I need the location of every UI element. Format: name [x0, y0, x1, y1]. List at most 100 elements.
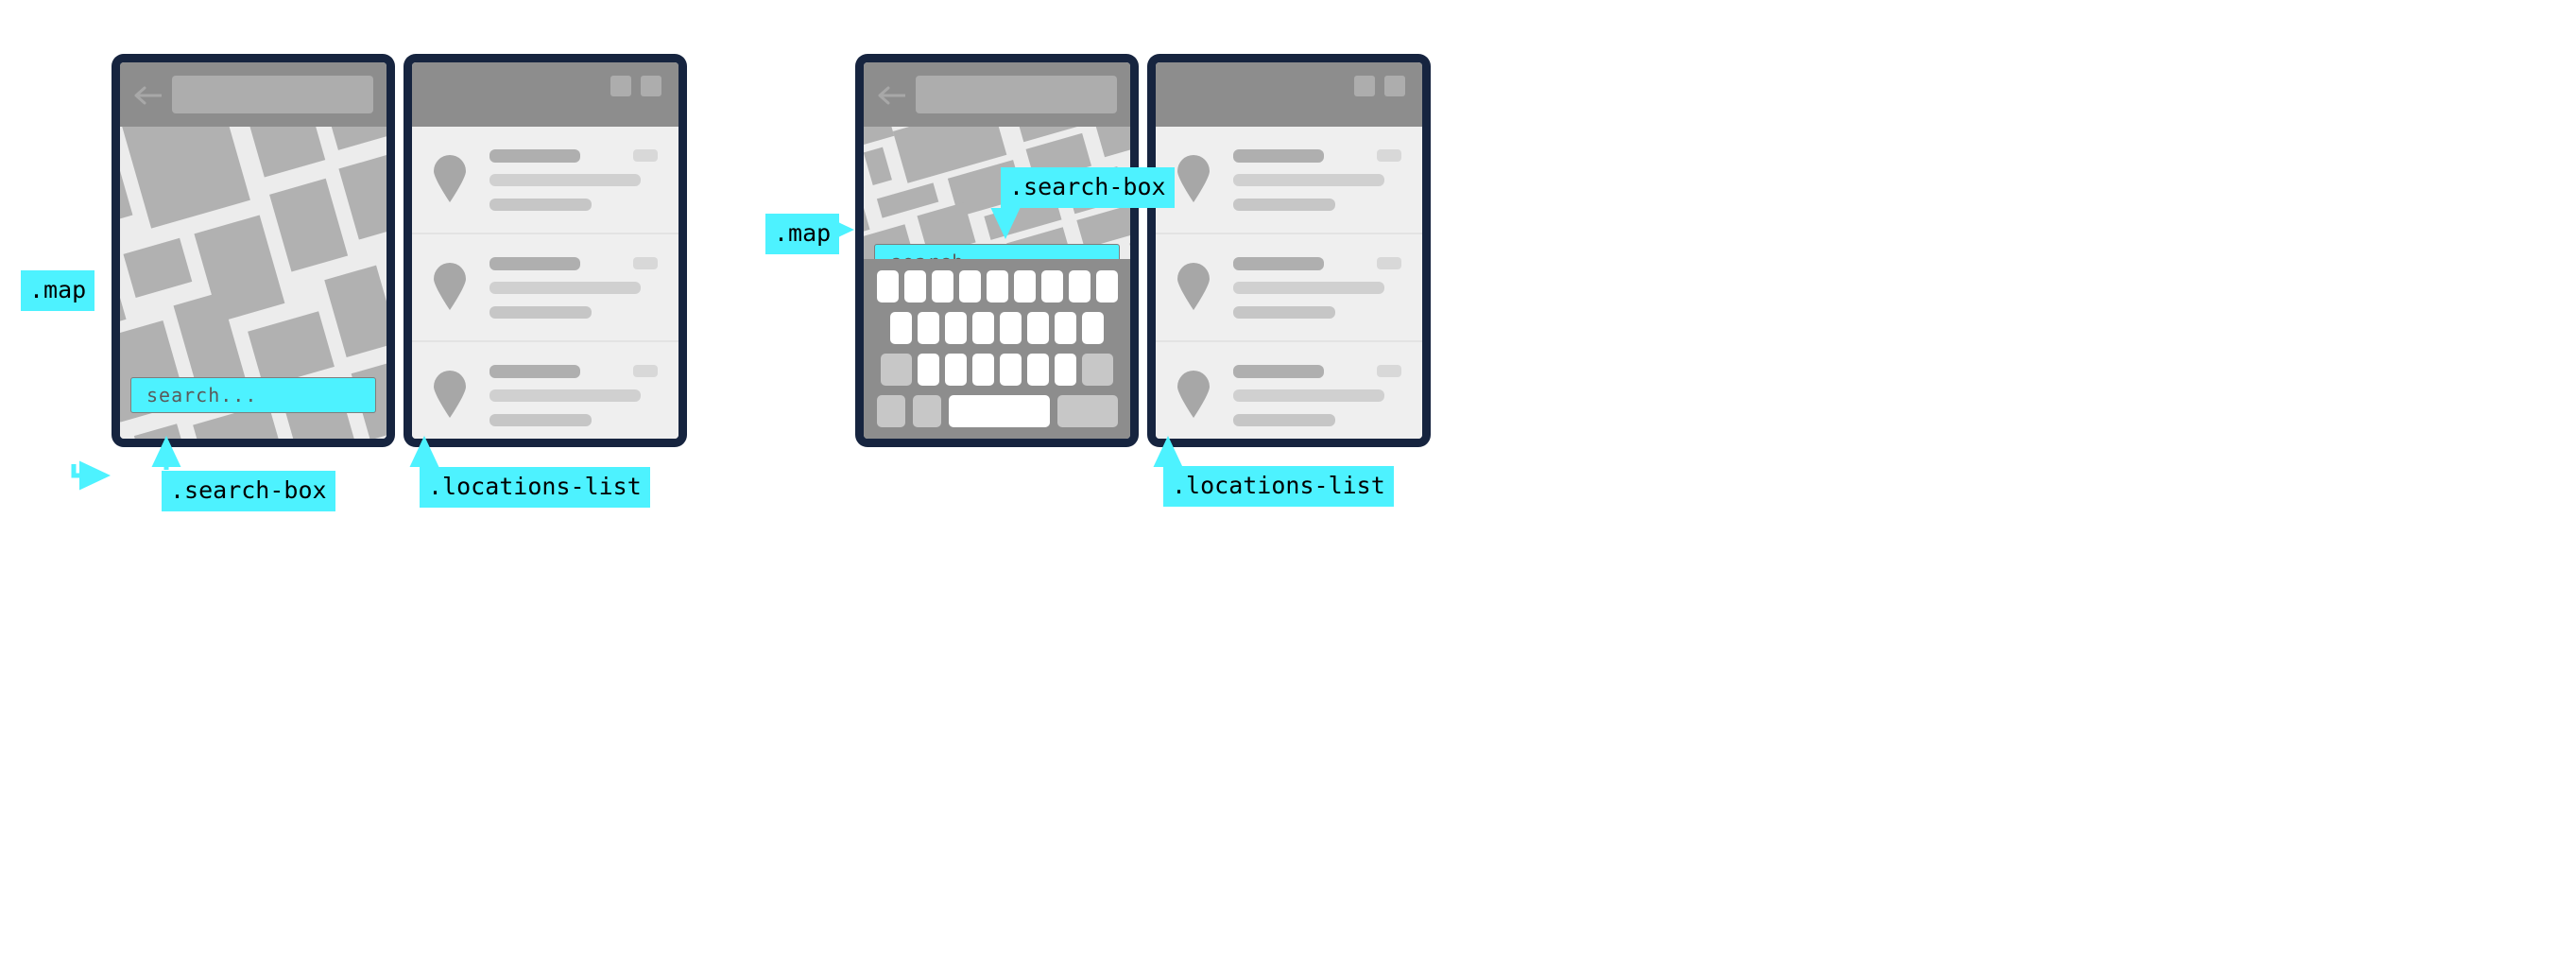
item-detail-bar	[489, 199, 592, 211]
item-title-bar	[1233, 149, 1324, 163]
keyboard-key[interactable]	[1027, 354, 1049, 386]
annotation-label-locations-list-left: .locations-list	[420, 467, 650, 508]
keyboard-key[interactable]	[918, 312, 939, 344]
keyboard-key[interactable]	[1000, 354, 1022, 386]
locations-list-right[interactable]	[1156, 127, 1422, 439]
item-detail-bar	[1233, 199, 1335, 211]
phone-frame-map-right: search...	[855, 54, 1139, 447]
item-detail-bar	[489, 414, 592, 426]
list-item[interactable]	[412, 234, 678, 340]
map-app-bar	[120, 62, 386, 127]
keyboard-row-4	[864, 395, 1130, 427]
search-box-left[interactable]: search...	[130, 377, 376, 413]
back-arrow-icon[interactable]	[877, 85, 905, 106]
annotation-label-map-right: .map	[765, 214, 840, 254]
keyboard-key[interactable]	[1055, 312, 1076, 344]
close-button[interactable]	[641, 76, 661, 96]
annotation-label-locations-list-right: .locations-list	[1163, 466, 1394, 507]
item-title-bar	[1233, 257, 1324, 270]
keyboard-key[interactable]	[1027, 312, 1049, 344]
map-pin-icon	[1177, 263, 1210, 310]
phone-frame-map-left: search...	[112, 54, 395, 447]
list-item[interactable]	[1156, 342, 1422, 439]
back-arrow-icon[interactable]	[133, 85, 162, 106]
emoji-key[interactable]	[912, 395, 941, 427]
keyboard-key[interactable]	[1068, 270, 1091, 302]
phone-frame-list-right	[1147, 54, 1431, 447]
phone-frame-list-left	[404, 54, 687, 447]
item-subtitle-bar	[1233, 174, 1384, 186]
keyboard-row-2	[864, 312, 1130, 344]
keyboard-key[interactable]	[1013, 270, 1036, 302]
map-screen-left: search...	[120, 62, 386, 439]
status-badge	[1377, 149, 1401, 162]
minimize-button[interactable]	[1354, 76, 1375, 96]
keyboard-row-3	[864, 354, 1130, 386]
keyboard-key[interactable]	[903, 270, 926, 302]
close-button[interactable]	[1384, 76, 1405, 96]
on-screen-keyboard[interactable]	[864, 259, 1130, 439]
item-subtitle-bar	[1233, 389, 1384, 402]
app-bar-search-field[interactable]	[172, 76, 373, 113]
backspace-key[interactable]	[1082, 354, 1113, 386]
keyboard-key[interactable]	[945, 312, 967, 344]
map-screen-right: search...	[864, 62, 1130, 439]
keyboard-key[interactable]	[1000, 312, 1022, 344]
space-key[interactable]	[948, 395, 1050, 427]
item-detail-bar	[1233, 414, 1335, 426]
item-title-bar	[1233, 365, 1324, 378]
annotation-label-map-left: .map	[21, 270, 95, 311]
item-subtitle-bar	[489, 389, 641, 402]
status-badge	[1377, 257, 1401, 269]
map-pin-icon	[434, 263, 466, 310]
map-app-bar	[864, 62, 1130, 127]
keyboard-row-1	[864, 270, 1130, 302]
minimize-button[interactable]	[610, 76, 631, 96]
keyboard-key[interactable]	[918, 354, 939, 386]
annotation-label-search-box-right: .search-box	[1001, 167, 1175, 208]
item-title-bar	[489, 149, 580, 163]
keyboard-key[interactable]	[1040, 270, 1063, 302]
item-detail-bar	[489, 306, 592, 319]
map-pin-icon	[1177, 371, 1210, 418]
keyboard-key[interactable]	[986, 270, 1008, 302]
mockup-canvas: search... .map .search-box .locations-li…	[0, 0, 2576, 968]
item-subtitle-bar	[489, 174, 641, 186]
keyboard-key[interactable]	[931, 270, 953, 302]
map-pin-icon	[1177, 155, 1210, 202]
keyboard-key[interactable]	[958, 270, 981, 302]
list-item[interactable]	[412, 342, 678, 439]
status-badge	[633, 365, 658, 377]
locations-list-left[interactable]	[412, 127, 678, 439]
item-title-bar	[489, 257, 580, 270]
annotation-label-search-box-left: .search-box	[162, 471, 335, 511]
keyboard-key[interactable]	[890, 312, 912, 344]
app-bar-search-field[interactable]	[916, 76, 1117, 113]
symbols-key[interactable]	[876, 395, 905, 427]
map-pin-icon	[434, 371, 466, 418]
keyboard-key[interactable]	[972, 312, 994, 344]
search-box-placeholder: search...	[146, 384, 258, 406]
locations-list-screen-left	[412, 62, 678, 439]
shift-key[interactable]	[881, 354, 912, 386]
keyboard-key[interactable]	[1082, 312, 1104, 344]
keyboard-key[interactable]	[1095, 270, 1118, 302]
list-item[interactable]	[412, 127, 678, 233]
item-subtitle-bar	[489, 282, 641, 294]
list-item[interactable]	[1156, 127, 1422, 233]
keyboard-key[interactable]	[945, 354, 967, 386]
status-badge	[1377, 365, 1401, 377]
item-subtitle-bar	[1233, 282, 1384, 294]
map-pin-icon	[434, 155, 466, 202]
keyboard-key[interactable]	[1055, 354, 1076, 386]
list-app-bar	[1156, 62, 1422, 127]
item-title-bar	[489, 365, 580, 378]
list-app-bar	[412, 62, 678, 127]
locations-list-screen-right	[1156, 62, 1422, 439]
keyboard-key[interactable]	[972, 354, 994, 386]
return-key[interactable]	[1056, 395, 1118, 427]
item-detail-bar	[1233, 306, 1335, 319]
list-item[interactable]	[1156, 234, 1422, 340]
keyboard-key[interactable]	[876, 270, 899, 302]
status-badge	[633, 149, 658, 162]
